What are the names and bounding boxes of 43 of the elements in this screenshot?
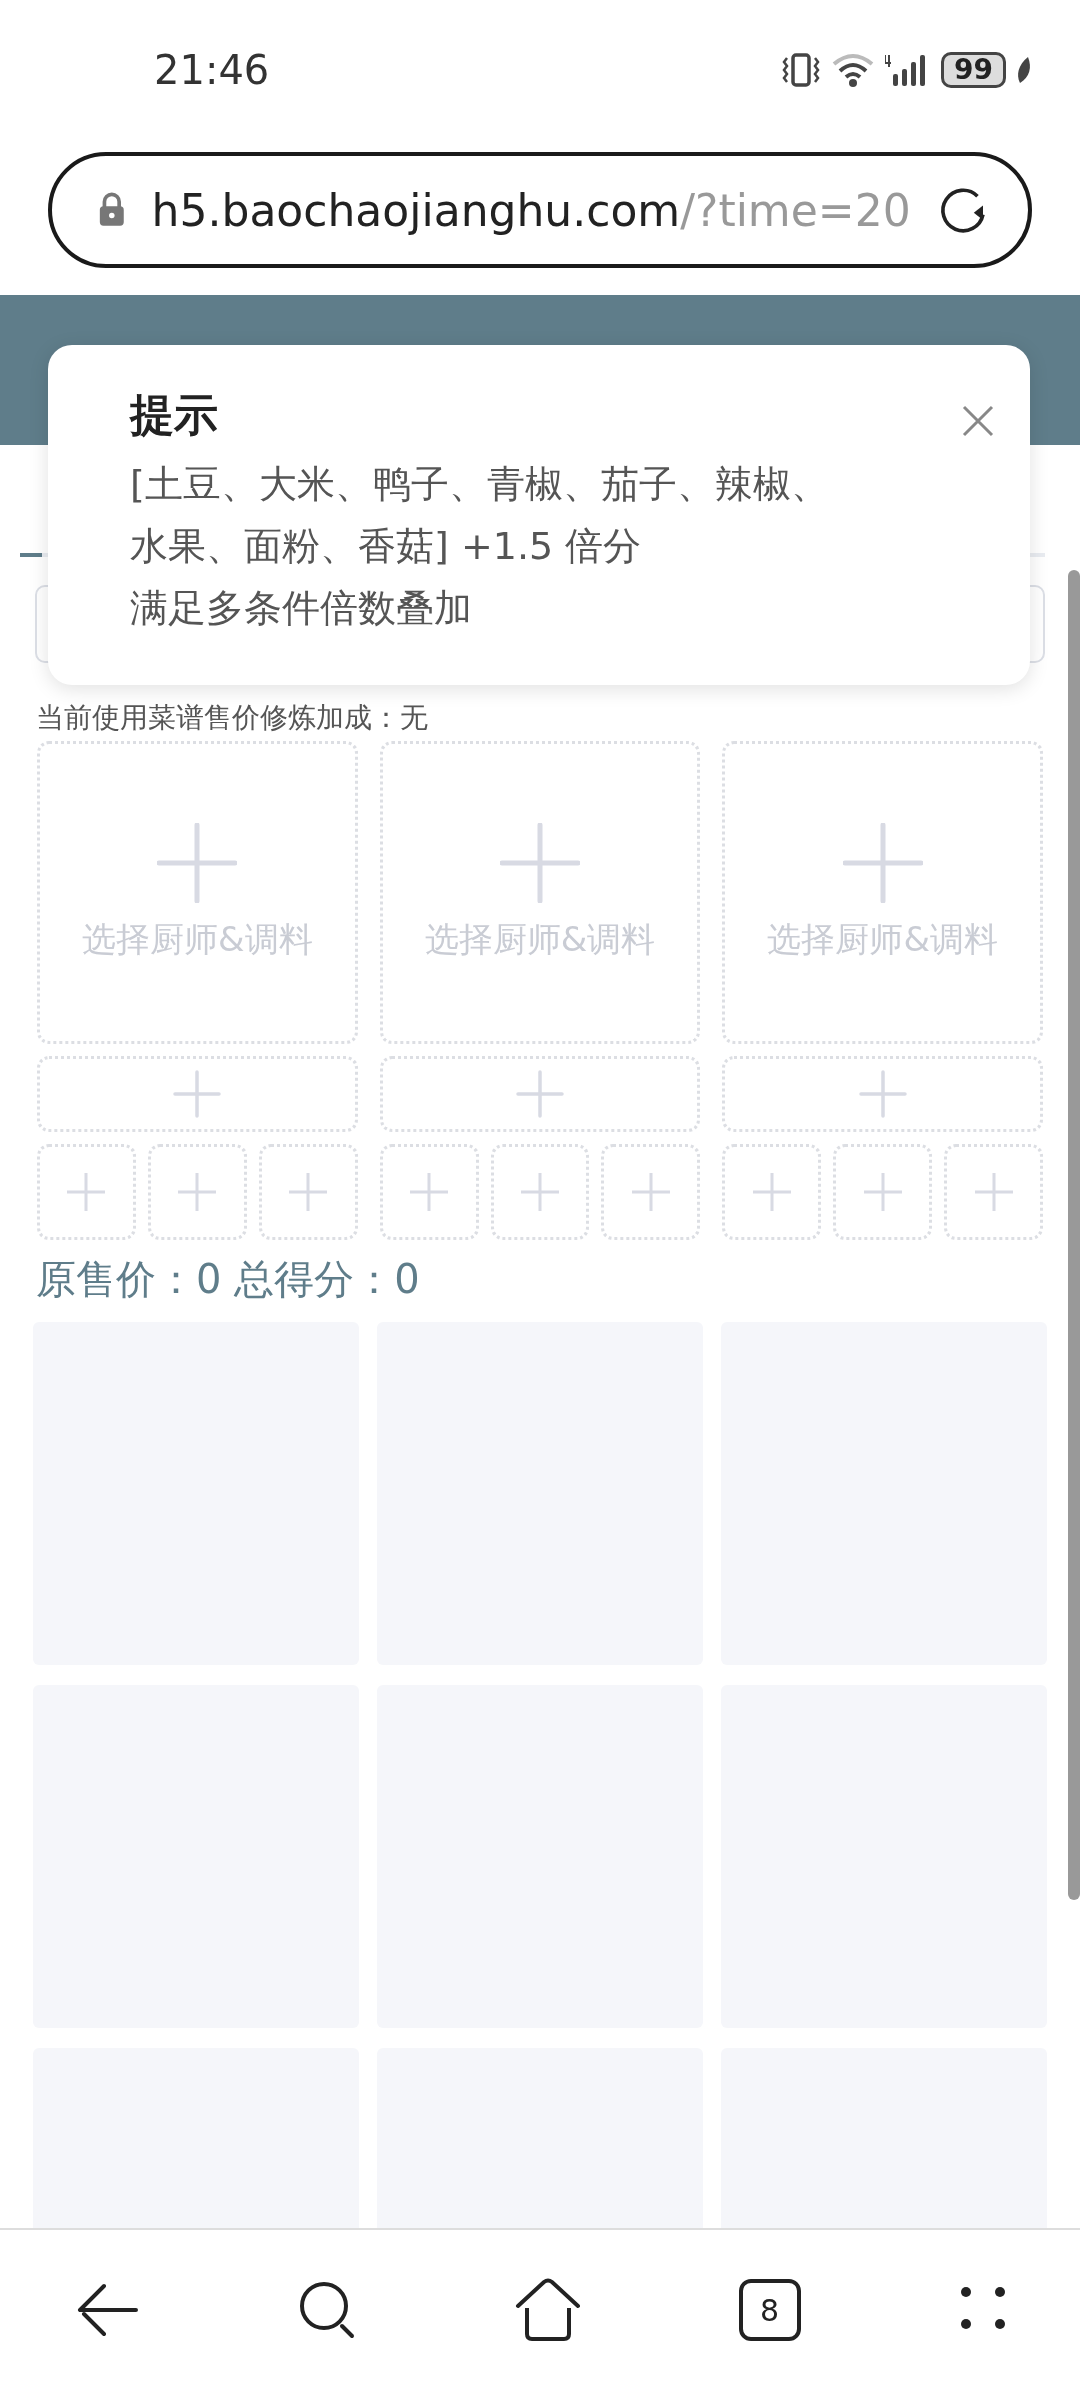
add-slot[interactable] — [37, 1144, 136, 1240]
add-slot[interactable] — [601, 1144, 701, 1240]
add-slot[interactable] — [379, 1144, 479, 1240]
plus-icon — [157, 822, 238, 903]
plus-icon — [500, 822, 580, 903]
close-icon[interactable] — [962, 405, 994, 437]
home-icon[interactable] — [515, 2278, 581, 2342]
leaf-icon — [1016, 55, 1032, 85]
wifi-icon — [831, 52, 876, 88]
add-slot[interactable] — [379, 1056, 701, 1132]
plus-icon — [630, 1172, 671, 1212]
summary-text: 原售价：0 总得分：0 — [36, 1255, 421, 1304]
plus-icon — [288, 1172, 329, 1212]
battery-indicator: 99 — [941, 52, 1006, 88]
add-slot[interactable] — [722, 1144, 822, 1240]
add-slot[interactable] — [490, 1144, 590, 1240]
tab-count-button[interactable]: 8 — [738, 2279, 801, 2341]
bonus-note: 当前使用菜谱售价修炼加成：无 — [36, 701, 429, 735]
add-slot[interactable] — [833, 1144, 933, 1240]
plus-icon — [862, 1172, 903, 1212]
vibrate-icon — [781, 52, 822, 88]
status-time: 21:46 — [154, 47, 270, 93]
plus-icon — [177, 1172, 218, 1212]
plus-icon — [973, 1172, 1014, 1212]
add-slot[interactable] — [147, 1144, 247, 1240]
plus-icon — [516, 1070, 564, 1118]
dialog-text: [土豆、大米、鸭子、青椒、茄子、辣椒、水果、面粉、香菇] +1.5 倍分 — [130, 461, 830, 570]
plus-icon — [66, 1172, 107, 1212]
plus-icon — [751, 1172, 792, 1212]
add-slot[interactable] — [258, 1144, 358, 1240]
plus-icon — [409, 1172, 450, 1212]
lock-icon — [98, 191, 126, 229]
plus-icon — [842, 822, 923, 903]
add-slot[interactable] — [944, 1144, 1043, 1240]
plus-icon — [858, 1070, 907, 1118]
add-slot[interactable] — [37, 1056, 358, 1132]
dialog-title: 提示 — [130, 388, 218, 442]
plus-icon — [173, 1070, 222, 1118]
address-bar[interactable]: h5.baochaojianghu.com/?time=20 — [48, 152, 1032, 268]
add-slot[interactable] — [722, 1056, 1043, 1132]
dialog-text: 满足多条件倍数叠加 — [130, 585, 473, 632]
url-text: h5.baochaojianghu.com/?time=20 — [151, 184, 911, 236]
plus-icon — [520, 1172, 560, 1212]
